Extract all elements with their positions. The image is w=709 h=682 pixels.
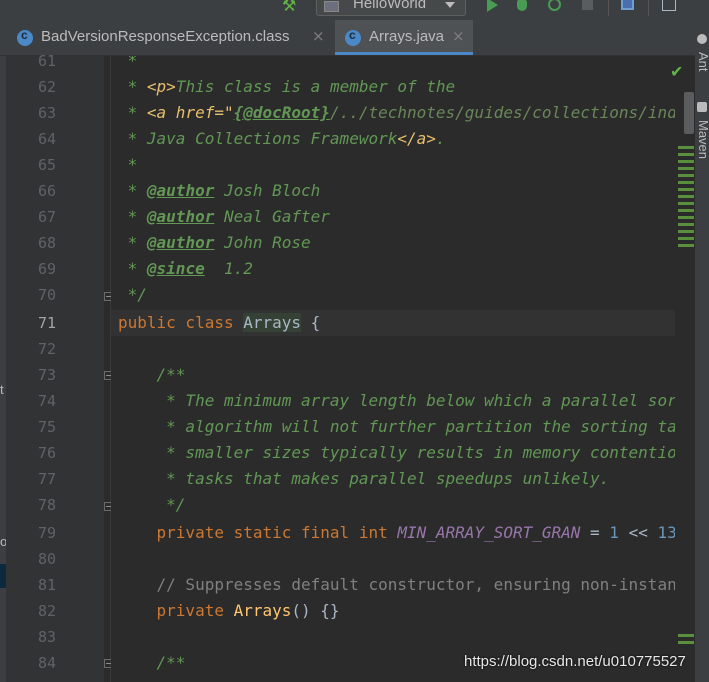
code-line-current: public class Arrays { xyxy=(118,313,321,332)
line-number: 78 xyxy=(37,496,56,514)
code-line: * smaller sizes typically results in mem… xyxy=(118,443,695,462)
code-line: * The minimum array length below which a… xyxy=(118,391,695,410)
check-icon[interactable]: ✔ xyxy=(670,62,683,81)
code-line: */ xyxy=(118,495,186,514)
code-line: * Java Collections Framework</a>. xyxy=(118,129,446,148)
marker-stripe-mark[interactable] xyxy=(678,216,694,219)
tab-label: BadVersionResponseException.class xyxy=(41,28,290,45)
tab-arrays-java[interactable]: Arrays.java × xyxy=(335,20,473,55)
marker-stripe-mark[interactable] xyxy=(678,634,694,637)
code-line: * <a href="{@docRoot}/../technotes/guide… xyxy=(118,103,695,122)
run-icon[interactable] xyxy=(485,0,501,14)
line-number: 66 xyxy=(37,182,56,200)
code-line: */ xyxy=(118,285,147,304)
marker-stripe-mark[interactable] xyxy=(678,174,694,177)
line-number: 69 xyxy=(37,260,56,278)
line-number: 80 xyxy=(37,550,56,568)
marker-stripe-mark[interactable] xyxy=(678,202,694,205)
marker-stripe-mark[interactable] xyxy=(678,160,694,163)
marker-stripe-mark[interactable] xyxy=(678,237,694,240)
line-number: 82 xyxy=(37,602,56,620)
run-configuration-label: HelloWorld xyxy=(353,0,427,12)
toolbar-separator xyxy=(648,0,649,16)
main-toolbar: ⚒ HelloWorld xyxy=(0,0,709,20)
debug-icon[interactable] xyxy=(514,0,530,14)
application-icon xyxy=(324,1,339,12)
line-number: 83 xyxy=(37,628,56,646)
coverage-icon[interactable] xyxy=(547,0,563,14)
run-configuration-dropdown[interactable]: HelloWorld xyxy=(316,0,466,16)
marker-stripe-mark[interactable] xyxy=(678,181,694,184)
marker-stripe-mark[interactable] xyxy=(678,223,694,226)
line-number: 70 xyxy=(37,286,56,304)
chevron-down-icon xyxy=(445,2,455,8)
marker-stripe-mark[interactable] xyxy=(678,188,694,191)
code-line: * <p>This class is a member of the xyxy=(118,77,456,96)
line-number: 63 xyxy=(37,104,56,122)
line-number-current: 71 xyxy=(37,314,56,332)
marker-stripe-mark[interactable] xyxy=(678,195,694,198)
close-icon[interactable]: × xyxy=(312,27,325,45)
java-class-icon xyxy=(345,28,361,46)
code-line: * algorithm will not further partition t… xyxy=(166,417,695,436)
line-number: 68 xyxy=(37,234,56,252)
code-line: * @since 1.2 xyxy=(118,259,253,278)
code-line: * xyxy=(118,56,138,70)
line-number: 76 xyxy=(37,444,56,462)
presentation-mode-icon[interactable] xyxy=(661,0,677,14)
maven-tool-window-button[interactable]: Maven xyxy=(696,120,709,159)
stop-icon[interactable] xyxy=(580,0,596,14)
line-number: 67 xyxy=(37,208,56,226)
code-line: * xyxy=(118,155,138,174)
line-number: 81 xyxy=(37,576,56,594)
code-line: * @author Neal Gafter xyxy=(118,207,330,226)
project-structure-icon[interactable] xyxy=(620,0,636,14)
line-number: 61 xyxy=(37,52,56,70)
class-file-icon xyxy=(17,28,33,46)
editor-tab-bar: BadVersionResponseException.class × Arra… xyxy=(0,20,695,56)
scrollbar-thumb[interactable] xyxy=(684,92,694,134)
error-stripe[interactable] xyxy=(675,56,695,682)
code-line: * tasks that makes parallel speedups unl… xyxy=(118,469,610,488)
watermark-url: https://blog.csdn.net/u010775527 xyxy=(464,653,686,670)
code-line: private Arrays() {} xyxy=(118,601,340,620)
editor-gutter[interactable]: 61 62 63 64 65 66 67 68 69 70 71 72 73 7… xyxy=(6,52,104,682)
line-number: 62 xyxy=(37,78,56,96)
line-number: 75 xyxy=(37,418,56,436)
toolbar-separator xyxy=(608,0,609,16)
ant-tool-window-button[interactable]: Ant xyxy=(696,52,709,72)
marker-stripe-mark[interactable] xyxy=(678,167,694,170)
line-number: 74 xyxy=(37,392,56,410)
marker-stripe-mark[interactable] xyxy=(678,244,694,247)
code-line: /** xyxy=(118,653,186,672)
marker-stripe-mark[interactable] xyxy=(678,209,694,212)
line-number: 65 xyxy=(37,156,56,174)
maven-icon[interactable] xyxy=(697,102,707,112)
marker-stripe-mark[interactable] xyxy=(678,153,694,156)
code-line: * @author John Rose xyxy=(118,233,311,252)
marker-stripe-mark[interactable] xyxy=(678,146,694,149)
code-line: * @author Josh Bloch xyxy=(118,181,321,200)
code-editor[interactable]: * * <p>This class is a member of the * <… xyxy=(111,56,695,682)
code-line: // Suppresses default constructor, ensur… xyxy=(156,575,695,594)
code-line: /** xyxy=(118,365,186,384)
marker-stripe-mark[interactable] xyxy=(678,230,694,233)
line-number: 84 xyxy=(37,654,56,672)
line-number: 72 xyxy=(37,340,56,358)
tab-label: Arrays.java xyxy=(369,28,445,45)
line-number: 73 xyxy=(37,366,56,384)
line-number: 64 xyxy=(37,130,56,148)
line-number: 77 xyxy=(37,470,56,488)
close-icon[interactable]: × xyxy=(452,27,465,45)
line-number: 79 xyxy=(37,524,56,542)
marker-stripe-mark[interactable] xyxy=(678,641,694,644)
hammer-icon[interactable]: ⚒ xyxy=(282,0,296,15)
code-line: private static final int MIN_ARRAY_SORT_… xyxy=(118,523,677,542)
left-strip-label[interactable]: t xyxy=(0,382,4,397)
ant-icon[interactable] xyxy=(697,34,707,44)
